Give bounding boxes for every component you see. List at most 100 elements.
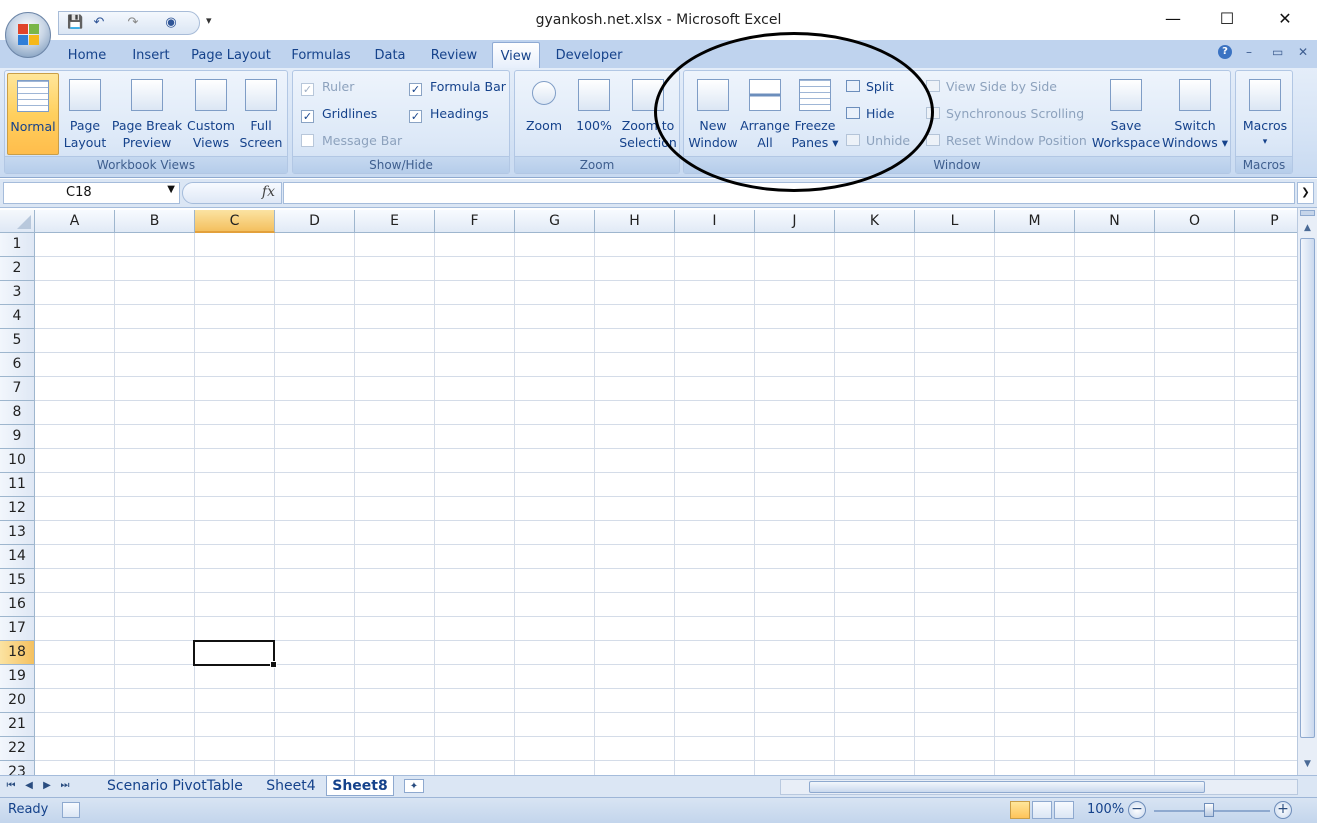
- row-header-12[interactable]: 12: [0, 497, 35, 521]
- row-header-18[interactable]: 18: [0, 641, 35, 665]
- sheet-tab-scenario-pivottable[interactable]: Scenario PivotTable: [96, 776, 254, 796]
- prev-sheet-icon[interactable]: ◀: [22, 779, 36, 793]
- headings-checkbox[interactable]: ✓ Headings: [409, 104, 489, 126]
- row-header-8[interactable]: 8: [0, 401, 35, 425]
- insert-sheet-icon[interactable]: ✦: [404, 779, 424, 793]
- zoom-out-icon[interactable]: −: [1128, 801, 1146, 819]
- column-header-F[interactable]: F: [435, 210, 515, 233]
- tab-page-layout[interactable]: Page Layout: [188, 46, 274, 68]
- row-header-15[interactable]: 15: [0, 569, 35, 593]
- row-header-14[interactable]: 14: [0, 545, 35, 569]
- row-header-19[interactable]: 19: [0, 665, 35, 689]
- name-box-dropdown-icon[interactable]: ▼: [167, 184, 175, 195]
- vertical-scrollbar[interactable]: ▲ ▼: [1297, 208, 1317, 775]
- normal-view-button[interactable]: Normal: [7, 73, 59, 155]
- zoom-in-icon[interactable]: +: [1274, 801, 1292, 819]
- scroll-up-icon[interactable]: ▲: [1300, 220, 1315, 236]
- row-header-13[interactable]: 13: [0, 521, 35, 545]
- macro-record-icon[interactable]: [62, 802, 80, 818]
- row-header-20[interactable]: 20: [0, 689, 35, 713]
- insert-function-icon[interactable]: fx: [262, 184, 275, 200]
- row-header-22[interactable]: 22: [0, 737, 35, 761]
- next-sheet-icon[interactable]: ▶: [40, 779, 54, 793]
- new-window-button[interactable]: New Window: [686, 73, 740, 155]
- row-header-1[interactable]: 1: [0, 233, 35, 257]
- row-header-4[interactable]: 4: [0, 305, 35, 329]
- first-sheet-icon[interactable]: ⏮: [4, 779, 18, 793]
- status-page-layout-icon[interactable]: [1032, 801, 1052, 819]
- active-cell[interactable]: [193, 640, 277, 668]
- office-button[interactable]: [5, 12, 51, 58]
- tab-view[interactable]: View: [492, 42, 540, 69]
- formula-input[interactable]: [283, 182, 1295, 204]
- row-header-23[interactable]: 23: [0, 761, 35, 775]
- tab-developer[interactable]: Developer: [552, 46, 626, 68]
- name-box[interactable]: C18 ▼: [3, 182, 180, 204]
- column-header-M[interactable]: M: [995, 210, 1075, 233]
- column-header-K[interactable]: K: [835, 210, 915, 233]
- split-button[interactable]: Split: [846, 77, 894, 99]
- row-header-2[interactable]: 2: [0, 257, 35, 281]
- column-header-O[interactable]: O: [1155, 210, 1235, 233]
- expand-formula-bar-icon[interactable]: ❯: [1297, 182, 1314, 204]
- column-header-A[interactable]: A: [35, 210, 115, 233]
- freeze-panes-button[interactable]: Freeze Panes ▾: [790, 73, 840, 155]
- help-icon[interactable]: ?: [1218, 45, 1232, 59]
- horizontal-scroll-thumb[interactable]: [809, 781, 1205, 793]
- zoom-button[interactable]: Zoom: [519, 73, 569, 155]
- zoom-100-button[interactable]: 100%: [571, 73, 617, 155]
- row-header-6[interactable]: 6: [0, 353, 35, 377]
- switch-windows-button[interactable]: Switch Windows ▾: [1160, 73, 1230, 155]
- tab-review[interactable]: Review: [426, 46, 482, 68]
- full-screen-button[interactable]: Full Screen: [237, 73, 285, 155]
- tab-home[interactable]: Home: [62, 46, 112, 68]
- row-header-11[interactable]: 11: [0, 473, 35, 497]
- hide-button[interactable]: Hide: [846, 104, 895, 126]
- column-header-P[interactable]: P: [1235, 210, 1297, 233]
- sheet-tab-sheet8[interactable]: Sheet8: [326, 776, 394, 796]
- zoom-to-selection-button[interactable]: Zoom to Selection: [619, 73, 677, 155]
- column-header-H[interactable]: H: [595, 210, 675, 233]
- vertical-scroll-thumb[interactable]: [1300, 238, 1315, 738]
- split-box[interactable]: [1300, 210, 1315, 216]
- sheet-tab-sheet4[interactable]: Sheet4: [260, 776, 322, 796]
- maximize-button[interactable]: ☐: [1204, 8, 1250, 32]
- row-header-7[interactable]: 7: [0, 377, 35, 401]
- column-header-N[interactable]: N: [1075, 210, 1155, 233]
- column-header-L[interactable]: L: [915, 210, 995, 233]
- column-header-C[interactable]: C: [195, 210, 275, 233]
- column-header-B[interactable]: B: [115, 210, 195, 233]
- row-header-9[interactable]: 9: [0, 425, 35, 449]
- column-header-I[interactable]: I: [675, 210, 755, 233]
- custom-views-button[interactable]: Custom Views: [185, 73, 237, 155]
- tab-insert[interactable]: Insert: [126, 46, 176, 68]
- row-header-3[interactable]: 3: [0, 281, 35, 305]
- workbook-minimize-button[interactable]: –: [1246, 45, 1252, 59]
- workbook-restore-button[interactable]: ▭: [1272, 45, 1283, 59]
- workbook-close-button[interactable]: ✕: [1298, 45, 1308, 59]
- status-normal-view-icon[interactable]: [1010, 801, 1030, 819]
- close-button[interactable]: ✕: [1262, 8, 1308, 32]
- save-workspace-button[interactable]: Save Workspace: [1088, 73, 1164, 155]
- row-header-10[interactable]: 10: [0, 449, 35, 473]
- formula-bar-checkbox[interactable]: ✓ Formula Bar: [409, 77, 506, 99]
- column-header-G[interactable]: G: [515, 210, 595, 233]
- horizontal-scrollbar[interactable]: [780, 779, 1298, 795]
- zoom-slider-thumb[interactable]: [1204, 803, 1214, 817]
- row-header-21[interactable]: 21: [0, 713, 35, 737]
- last-sheet-icon[interactable]: ⏭: [58, 779, 72, 793]
- row-header-5[interactable]: 5: [0, 329, 35, 353]
- tab-data[interactable]: Data: [368, 46, 412, 68]
- page-break-preview-button[interactable]: Page Break Preview: [109, 73, 185, 155]
- column-header-E[interactable]: E: [355, 210, 435, 233]
- scroll-down-icon[interactable]: ▼: [1300, 756, 1315, 772]
- select-all-button[interactable]: [0, 210, 35, 233]
- gridlines-checkbox[interactable]: ✓ Gridlines: [301, 104, 377, 126]
- page-layout-view-button[interactable]: Page Layout: [61, 73, 109, 155]
- minimize-button[interactable]: —: [1150, 8, 1196, 32]
- tab-formulas[interactable]: Formulas: [288, 46, 354, 68]
- row-header-16[interactable]: 16: [0, 593, 35, 617]
- column-header-D[interactable]: D: [275, 210, 355, 233]
- status-page-break-icon[interactable]: [1054, 801, 1074, 819]
- row-header-17[interactable]: 17: [0, 617, 35, 641]
